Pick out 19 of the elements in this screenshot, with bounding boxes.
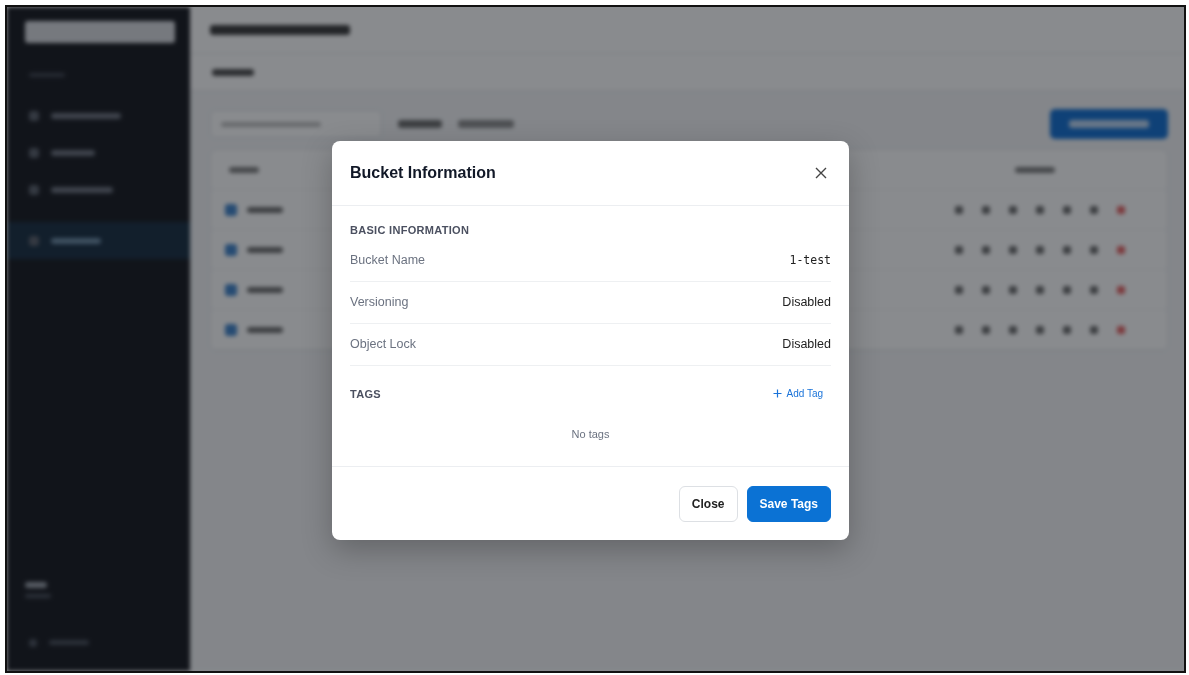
blurred-text: [458, 120, 514, 128]
add-tag-link[interactable]: Add Tag: [773, 388, 823, 399]
close-button[interactable]: Close: [678, 485, 738, 522]
dialog-title: Bucket Information: [350, 163, 496, 182]
field-value: 1-test: [789, 253, 831, 267]
blurred-create-button[interactable]: [1050, 109, 1168, 139]
plus-icon: [773, 389, 783, 398]
field-label: Versioning: [350, 295, 409, 309]
section-heading: BASIC INFORMATION: [350, 223, 471, 236]
field-label: Bucket Name: [350, 253, 426, 267]
save-tags-button[interactable]: Save Tags: [746, 485, 831, 522]
field-value: Disabled: [782, 295, 831, 309]
blurred-nav-item[interactable]: [7, 222, 190, 259]
blurred-text: [25, 582, 47, 588]
field-value: Disabled: [782, 337, 831, 351]
blurred-text: [398, 120, 442, 128]
empty-state-text: No tags: [570, 427, 611, 440]
section-heading: TAGS: [350, 387, 381, 400]
field-label: Object Lock: [350, 337, 416, 351]
